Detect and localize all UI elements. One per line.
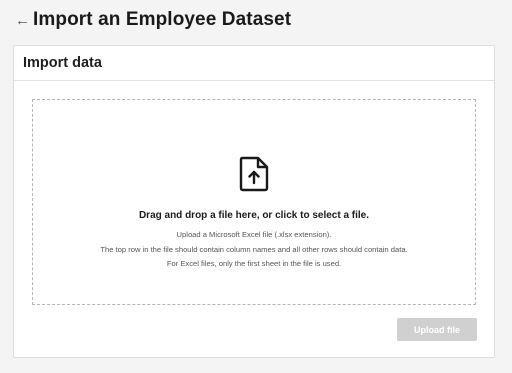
page-title: Import an Employee Dataset xyxy=(33,9,292,30)
dropzone-help-text: Upload a Microsoft Excel file (.xlsx ext… xyxy=(100,228,407,272)
card-header: Import data xyxy=(14,46,494,81)
import-data-card: Import data Drag and drop a file here, o… xyxy=(13,45,495,358)
help-line-file-type: Upload a Microsoft Excel file (.xlsx ext… xyxy=(176,230,332,239)
page-header: ← Import an Employee Dataset xyxy=(0,0,512,40)
help-line-first-sheet: For Excel files, only the first sheet in… xyxy=(166,259,342,268)
card-title: Import data xyxy=(23,55,102,71)
back-arrow-icon[interactable]: ← xyxy=(15,13,33,28)
help-line-top-row: The top row in the file should contain c… xyxy=(100,244,408,254)
upload-file-button[interactable]: Upload file xyxy=(397,318,477,341)
file-upload-icon xyxy=(239,156,269,192)
file-dropzone[interactable]: Drag and drop a file here, or click to s… xyxy=(32,99,476,305)
dropzone-instruction: Drag and drop a file here, or click to s… xyxy=(138,210,370,221)
